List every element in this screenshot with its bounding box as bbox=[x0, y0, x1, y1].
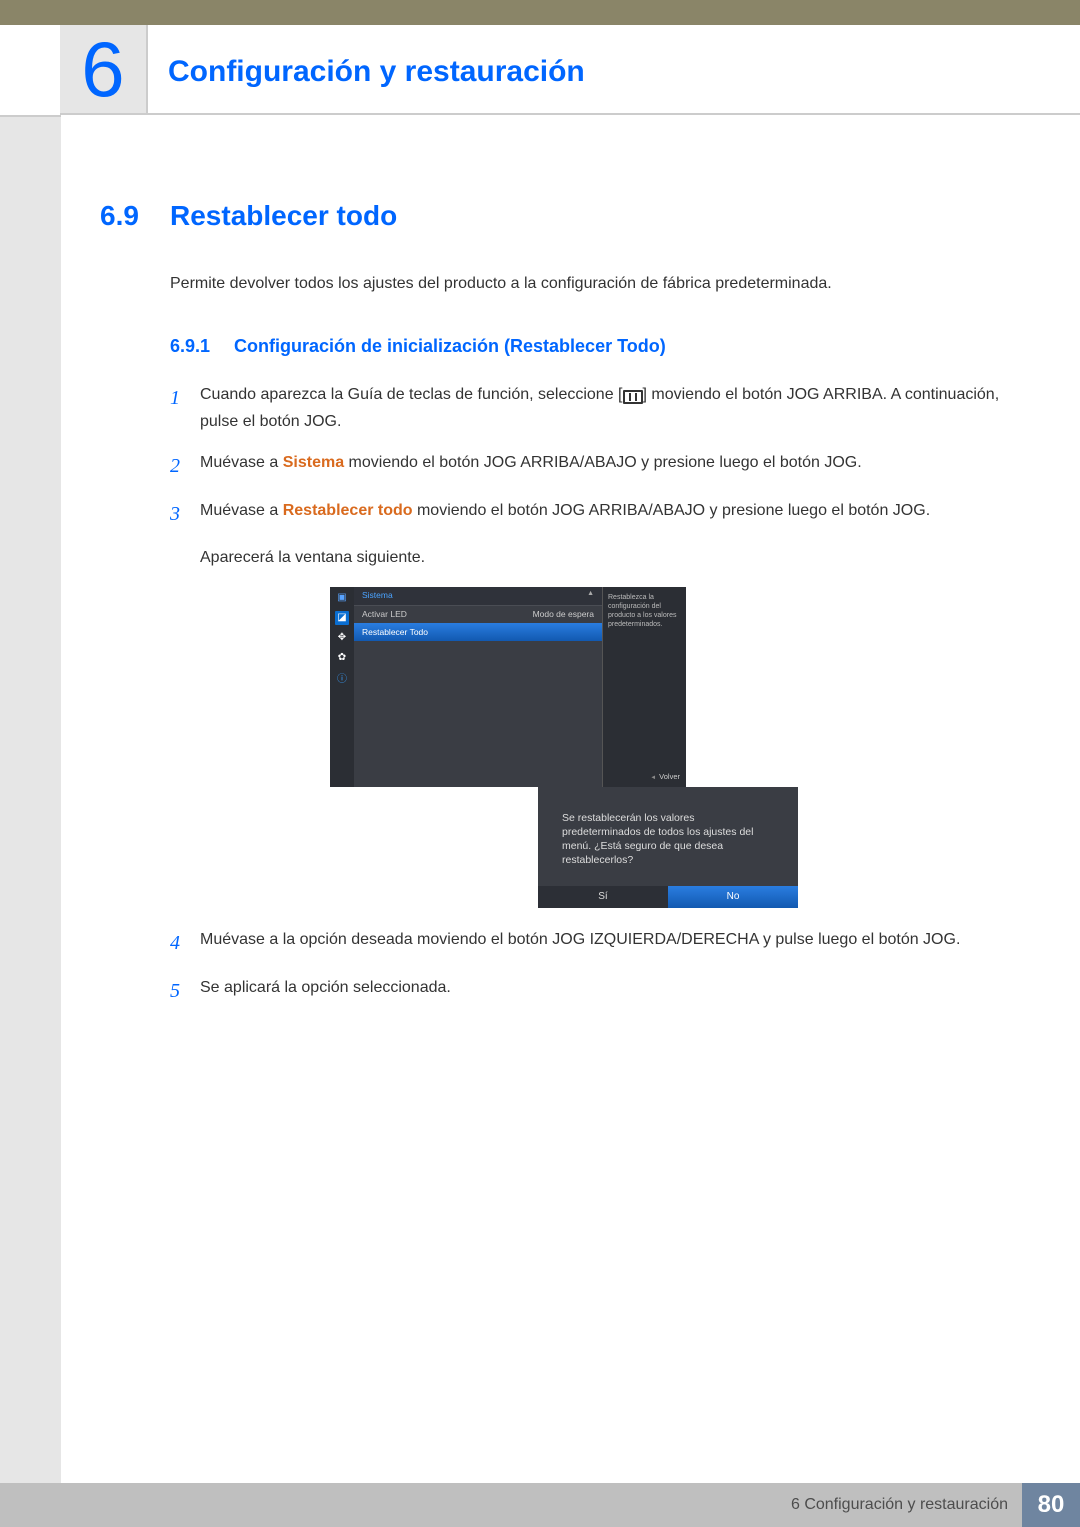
footer-label: 6 Configuración y restauración bbox=[0, 1483, 1022, 1527]
step-4: 4 Muévase a la opción deseada moviendo e… bbox=[170, 926, 1000, 960]
step-number: 2 bbox=[170, 449, 200, 483]
dialog-no-button[interactable]: No bbox=[668, 886, 798, 908]
section-intro: Permite devolver todos los ajustes del p… bbox=[170, 272, 1000, 296]
footer-page-number: 80 bbox=[1022, 1483, 1080, 1527]
system-icon: ◪ bbox=[335, 611, 349, 625]
step-text: Cuando aparezca la Guía de teclas de fun… bbox=[200, 381, 1000, 435]
step-2-highlight: Sistema bbox=[283, 454, 344, 471]
step-5: 5 Se aplicará la opción seleccionada. bbox=[170, 974, 1000, 1008]
osd-row-value: Modo de espera bbox=[533, 609, 594, 619]
step-number: 5 bbox=[170, 974, 200, 1008]
settings-icon: ✿ bbox=[335, 651, 349, 665]
footer: 6 Configuración y restauración 80 bbox=[0, 1483, 1080, 1527]
osd-tip-panel: Restablezca la configuración del product… bbox=[602, 587, 686, 787]
subsection-title: Configuración de inicialización (Restabl… bbox=[234, 336, 666, 357]
step-3-note: Aparecerá la ventana siguiente. bbox=[200, 545, 1000, 571]
step-text: Muévase a Restablecer todo moviendo el b… bbox=[200, 497, 1000, 524]
dialog-buttons: Sí No bbox=[538, 886, 798, 908]
chapter-header: 6 Configuración y restauración bbox=[60, 25, 1080, 115]
menu-icon bbox=[623, 390, 643, 404]
section-heading: 6.9 Restablecer todo bbox=[100, 200, 1000, 232]
move-icon: ✥ bbox=[335, 631, 349, 645]
section-number: 6.9 bbox=[100, 200, 170, 232]
subsection-heading: 6.9.1 Configuración de inicialización (R… bbox=[170, 336, 1000, 357]
top-accent-bar bbox=[0, 0, 1080, 25]
step-text: Muévase a la opción deseada moviendo el … bbox=[200, 926, 1000, 953]
step-3-post: moviendo el botón JOG ARRIBA/ABAJO y pre… bbox=[413, 502, 931, 519]
step-text: Muévase a Sistema moviendo el botón JOG … bbox=[200, 449, 1000, 476]
info-icon: ⓘ bbox=[335, 671, 349, 685]
osd-return: Volver bbox=[650, 772, 680, 783]
dialog-yes-button[interactable]: Sí bbox=[538, 886, 668, 908]
dialog-text: Se restablecerán los valores predetermin… bbox=[538, 801, 798, 886]
picture-icon: ▣ bbox=[335, 591, 349, 605]
step-number: 3 bbox=[170, 497, 200, 531]
osd-menu: ▣ ◪ ✥ ✿ ⓘ Sistema ▲ Activar LED Modo de … bbox=[330, 587, 686, 787]
osd-row-label: Activar LED bbox=[362, 609, 407, 619]
left-sidebar bbox=[0, 115, 61, 1527]
chapter-title: Configuración y restauración bbox=[148, 25, 585, 89]
step-3: 3 Muévase a Restablecer todo moviendo el… bbox=[170, 497, 1000, 531]
osd-figure: ▣ ◪ ✥ ✿ ⓘ Sistema ▲ Activar LED Modo de … bbox=[330, 587, 686, 908]
step-1-pre: Cuando aparezca la Guía de teclas de fun… bbox=[200, 386, 623, 403]
osd-row-activar-led: Activar LED Modo de espera bbox=[354, 605, 602, 623]
osd-header-label: Sistema bbox=[362, 590, 393, 602]
osd-row-label: Restablecer Todo bbox=[362, 627, 428, 637]
chapter-number: 6 bbox=[81, 30, 124, 108]
subsection-number: 6.9.1 bbox=[170, 336, 234, 357]
steps-list: 1 Cuando aparezca la Guía de teclas de f… bbox=[170, 381, 1000, 1008]
step-number: 4 bbox=[170, 926, 200, 960]
section-title: Restablecer todo bbox=[170, 200, 397, 232]
osd-scroll-indicator: ▲ bbox=[587, 590, 594, 602]
step-text: Se aplicará la opción seleccionada. bbox=[200, 974, 1000, 1001]
step-2-pre: Muévase a bbox=[200, 454, 283, 471]
confirm-dialog: Se restablecerán los valores predetermin… bbox=[538, 787, 798, 908]
osd-sidebar: ▣ ◪ ✥ ✿ ⓘ bbox=[330, 587, 354, 787]
content: 6.9 Restablecer todo Permite devolver to… bbox=[100, 200, 1000, 1022]
step-1: 1 Cuando aparezca la Guía de teclas de f… bbox=[170, 381, 1000, 435]
chapter-tab: 6 bbox=[60, 25, 148, 113]
step-2-post: moviendo el botón JOG ARRIBA/ABAJO y pre… bbox=[344, 454, 862, 471]
step-3-pre: Muévase a bbox=[200, 502, 283, 519]
osd-header: Sistema ▲ bbox=[354, 587, 602, 605]
osd-tip-text: Restablezca la configuración del product… bbox=[608, 594, 676, 628]
step-2: 2 Muévase a Sistema moviendo el botón JO… bbox=[170, 449, 1000, 483]
step-number: 1 bbox=[170, 381, 200, 415]
osd-main: Sistema ▲ Activar LED Modo de espera Res… bbox=[354, 587, 602, 787]
step-3-highlight: Restablecer todo bbox=[283, 502, 413, 519]
osd-row-restablecer: Restablecer Todo bbox=[354, 623, 602, 641]
